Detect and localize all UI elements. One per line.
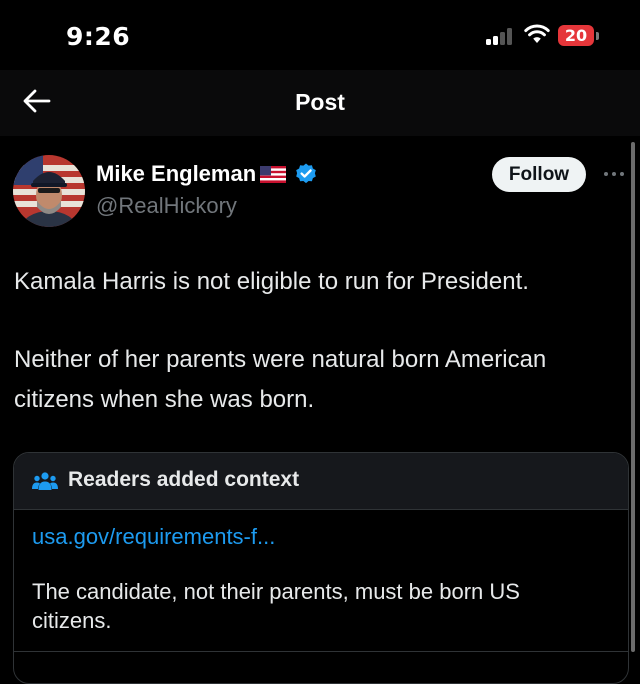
community-note-title: Readers added context bbox=[68, 468, 300, 491]
author-handle[interactable]: @RealHickory bbox=[96, 193, 237, 219]
avatar[interactable] bbox=[13, 155, 85, 227]
battery-icon: 20 bbox=[558, 25, 594, 46]
community-note-card: Readers added context usa.gov/requiremen… bbox=[13, 452, 629, 684]
community-note-text: The candidate, not their parents, must b… bbox=[32, 579, 520, 633]
status-time: 9:26 bbox=[66, 22, 131, 51]
author-name-text[interactable]: Mike Engleman bbox=[96, 161, 256, 187]
follow-button[interactable]: Follow bbox=[492, 157, 586, 192]
people-icon bbox=[32, 472, 58, 490]
signal-icon bbox=[486, 27, 516, 45]
wifi-icon bbox=[524, 24, 550, 43]
verified-badge-icon bbox=[296, 163, 316, 184]
us-flag-icon bbox=[260, 165, 287, 183]
page-title: Post bbox=[295, 89, 345, 115]
scroll-indicator[interactable] bbox=[631, 142, 635, 652]
battery-nub bbox=[596, 32, 599, 40]
post-text-paragraph: Neither of her parents were natural born… bbox=[14, 346, 547, 413]
nav-header: Post bbox=[0, 70, 640, 136]
status-bar: 9:26 20 bbox=[0, 0, 640, 70]
more-dots-icon[interactable] bbox=[602, 164, 626, 184]
community-note-header: Readers added context bbox=[14, 453, 628, 510]
divider bbox=[14, 651, 628, 652]
community-note-link[interactable]: usa.gov/requirements-f... bbox=[32, 524, 275, 550]
author-name[interactable]: Mike Engleman bbox=[96, 161, 318, 187]
post-text-paragraph: Kamala Harris is not eligible to run for… bbox=[14, 268, 529, 295]
